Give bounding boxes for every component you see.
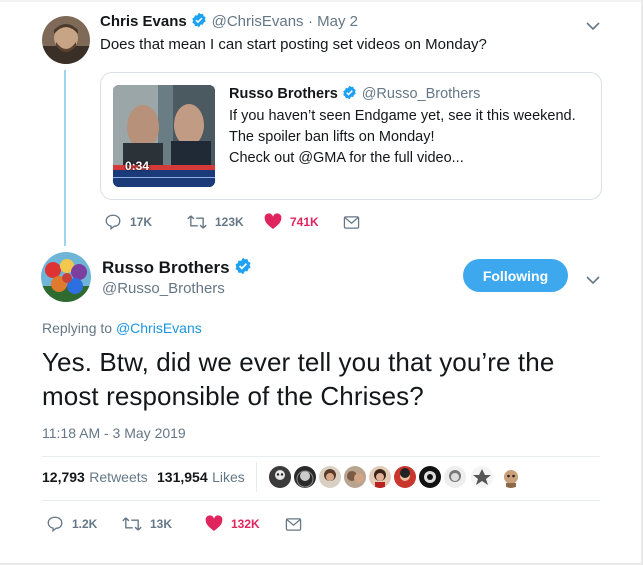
retweets-count: 12,793 — [42, 469, 85, 485]
parent-tweet-menu-caret[interactable] — [586, 18, 600, 36]
quoted-author-name[interactable]: Russo Brothers — [229, 86, 338, 102]
retweet-icon — [122, 517, 142, 531]
liker-avatar[interactable] — [368, 465, 392, 489]
main-retweet-button[interactable]: 13K — [122, 515, 172, 533]
parent-reply-button[interactable]: 17K — [104, 213, 152, 231]
parent-like-button[interactable]: 741K — [264, 213, 319, 230]
replying-to: Replying to @ChrisEvans — [42, 320, 202, 336]
quoted-tweet-line-1: If you haven’t seen Endgame yet, see it … — [229, 108, 576, 124]
chevron-down-icon — [586, 276, 600, 285]
parent-tweet-header: Chris Evans @ChrisEvans · May 2 — [100, 12, 358, 31]
heart-icon — [205, 515, 223, 531]
verified-badge-icon — [235, 257, 251, 275]
liker-avatar[interactable] — [318, 465, 342, 489]
quoted-video-thumbnail[interactable]: 0:34 — [113, 85, 215, 187]
liker-avatar[interactable] — [443, 465, 467, 489]
envelope-icon — [285, 518, 302, 531]
main-like-button[interactable]: 132K — [205, 515, 260, 532]
main-dm-button[interactable] — [285, 517, 310, 532]
verified-badge-icon — [192, 12, 206, 28]
likes-stat[interactable]: 131,954 Likes — [157, 469, 245, 487]
liker-avatar[interactable] — [499, 465, 523, 489]
main-tweet-text-line-1: Yes. Btw, did we ever tell you that you’… — [42, 347, 555, 377]
video-duration-badge: 0:34 — [125, 159, 150, 173]
parent-reply-count: 17K — [130, 215, 153, 229]
parent-dm-button[interactable] — [343, 215, 368, 230]
stats-bottom-divider — [42, 500, 600, 501]
parent-tweet-date[interactable]: · May 2 — [308, 13, 358, 30]
main-tweet-text-line-2: most responsible of the Chrises? — [42, 381, 424, 411]
main-tweet-menu-caret[interactable] — [586, 272, 600, 290]
russo-brothers-avatar[interactable] — [41, 252, 91, 302]
thread-connector-line — [64, 70, 66, 246]
envelope-icon — [343, 216, 360, 229]
parent-author-name[interactable]: Chris Evans — [100, 13, 187, 30]
quoted-tweet-card[interactable]: 0:34 Russo Brothers @Russo_Brothers If y… — [100, 72, 602, 200]
parent-retweet-count: 123K — [215, 215, 244, 229]
main-like-count: 132K — [231, 516, 260, 531]
verified-badge-icon — [343, 85, 356, 100]
parent-tweet-text: Does that mean I can start posting set v… — [100, 36, 487, 53]
reply-icon — [105, 214, 121, 231]
liker-avatar[interactable] — [343, 465, 367, 489]
heart-icon — [264, 213, 282, 229]
liker-avatar[interactable] — [293, 465, 317, 489]
window-top-border — [0, 0, 643, 2]
main-author-handle[interactable]: @Russo_Brothers — [102, 280, 225, 297]
chevron-down-icon — [586, 22, 600, 31]
quoted-tweet-line-3: Check out @GMA for the full video... — [229, 150, 464, 166]
main-author-name[interactable]: Russo Brothers — [102, 258, 230, 277]
quoted-author-handle[interactable]: @Russo_Brothers — [362, 86, 481, 102]
retweets-label: Retweets — [89, 469, 148, 485]
replying-to-handle-link[interactable]: @ChrisEvans — [116, 320, 202, 336]
retweets-stat[interactable]: 12,793 Retweets — [42, 469, 148, 487]
following-button[interactable]: Following — [463, 259, 568, 292]
parent-like-count: 741K — [290, 214, 319, 229]
main-tweet-timestamp[interactable]: 11:18 AM - 3 May 2019 — [42, 425, 186, 441]
parent-author-handle[interactable]: @ChrisEvans — [212, 13, 304, 30]
replying-to-label: Replying to — [42, 320, 113, 336]
retweet-icon — [187, 215, 207, 229]
liker-avatar[interactable] — [268, 465, 292, 489]
main-retweet-count: 13K — [150, 517, 173, 531]
main-reply-button[interactable]: 1.2K — [46, 515, 97, 533]
stats-vertical-divider — [256, 462, 257, 492]
liker-avatar[interactable] — [418, 465, 442, 489]
likes-label: Likes — [212, 469, 245, 485]
reply-icon — [47, 516, 63, 533]
parent-retweet-button[interactable]: 123K — [187, 213, 244, 231]
likes-count: 131,954 — [157, 469, 208, 485]
main-reply-count: 1.2K — [72, 517, 98, 531]
main-tweet-author: Russo Brothers — [102, 257, 252, 278]
quoted-tweet-header: Russo Brothers @Russo_Brothers — [229, 85, 480, 103]
liker-avatar[interactable] — [393, 465, 417, 489]
quoted-tweet-line-2: The spoiler ban lifts on Monday! — [229, 129, 435, 145]
chris-evans-avatar[interactable] — [42, 16, 90, 64]
liker-avatar[interactable] — [470, 465, 494, 489]
stats-top-divider — [42, 456, 600, 457]
